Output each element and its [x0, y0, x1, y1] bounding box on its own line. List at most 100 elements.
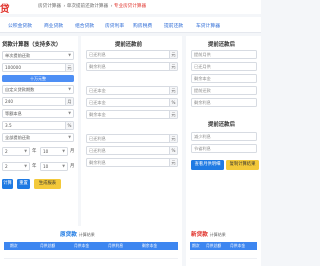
logo-text: 贷 [0, 4, 11, 15]
new-loan-subtitle: 计算结果 [209, 232, 226, 237]
result-field: 剩余本金 [191, 74, 257, 83]
field-label: 剩余利息 [89, 64, 106, 69]
field-label: 已还利息 [89, 136, 106, 141]
column-header: 月供本金 [230, 243, 246, 248]
column-header: 期次 [10, 243, 18, 248]
new-loan-title: 新贷款 计算结果 [191, 230, 226, 238]
start-month-value: 10 [43, 149, 49, 154]
field-label: 已还利息 [89, 148, 106, 153]
prepay-type-value: 全部提前还款 [5, 135, 31, 140]
result-field: 剩余利息 元 [86, 158, 178, 167]
chevron-down-icon: ▼ [24, 149, 27, 153]
tab-prepay[interactable]: 提前还款 [164, 22, 183, 29]
original-loan-card: 原贷款 计算结果 期次 月供总额 月供本金 月供利息 剩余本金 [0, 226, 182, 266]
term-unit: 月 [65, 98, 73, 105]
breadcrumb-item[interactable]: 单次提前还款计算器 [67, 4, 108, 9]
original-loan-title: 原贷款 计算结果 [60, 230, 95, 238]
after-result-title: 提前还款后 [208, 122, 235, 128]
tab-rate[interactable]: 房贷利率 [105, 22, 124, 29]
table-header: 期次 月供总额 月供本金 月供利息 剩余本金 [4, 242, 178, 250]
result-field: 已还本金 % [86, 98, 178, 107]
calculator-title: 贷款计算器（支持多次） [2, 42, 62, 48]
field-label: 已还本金 [89, 88, 106, 93]
field-unit: % [169, 147, 177, 154]
term-input[interactable]: 240 月 [2, 97, 74, 106]
end-month-select[interactable]: 10 ▼ [40, 162, 68, 171]
reset-button[interactable]: 重置 [17, 179, 30, 189]
calculate-button[interactable]: 计算 [2, 179, 13, 189]
chevron-down-icon: ▼ [62, 149, 65, 153]
year-label: 年 [32, 164, 37, 169]
table-row [4, 251, 178, 259]
copy-result-button[interactable]: 复制计算结果 [226, 160, 259, 170]
result-field: 已还利息 % [86, 146, 178, 155]
before-prepay-title: 提前还款前 [115, 42, 142, 48]
field-label: 剩余本金 [89, 112, 106, 117]
end-month-value: 10 [43, 164, 49, 169]
column-header: 月供利息 [108, 243, 124, 248]
field-unit: % [169, 99, 177, 106]
start-year-select[interactable]: 2 ▼ [2, 147, 30, 156]
field-unit: 元 [169, 63, 177, 70]
result-field: 已还利息 元 [86, 50, 178, 59]
tab-provident-fund[interactable]: 公积金贷款 [8, 22, 32, 29]
table-row [190, 251, 257, 259]
result-field: 已还月供 [191, 62, 257, 71]
term-type-select[interactable]: 自定义贷款期数 ▼ [2, 85, 74, 94]
tab-tax[interactable]: 购房税费 [133, 22, 152, 29]
original-loan-heading: 原贷款 [60, 232, 77, 238]
term-type-value: 自定义贷款期数 [5, 87, 35, 92]
rate-unit: % [65, 122, 73, 129]
loan-type-value: 单次提前还款 [5, 53, 31, 58]
end-year-value: 2 [5, 164, 8, 169]
breadcrumb: 房贷计算器 › 单次提前还款计算器 › 专业房贷计算器 [38, 4, 147, 9]
chevron-down-icon: ▼ [68, 111, 71, 115]
new-loan-card: 新贷款 计算结果 期次 月供总额 月供本金 [186, 226, 261, 266]
amount-unit: 元 [65, 64, 73, 71]
result-field: 节省利息 [191, 144, 257, 153]
page: 贷 房贷计算器 › 单次提前还款计算器 › 专业房贷计算器 公积金贷款 商业贷款… [0, 0, 261, 266]
top-header: 贷 房贷计算器 › 单次提前还款计算器 › 专业房贷计算器 [0, 0, 261, 15]
start-year-value: 2 [5, 149, 8, 154]
calculator-panel: 贷款计算器（支持多次） 单次提前还款 ▼ 100000 元 十万元整 自定义贷款… [0, 36, 78, 227]
result-field: 已还利息 元 [86, 134, 178, 143]
view-detail-button[interactable]: 查看月供明细 [191, 160, 224, 170]
site-logo[interactable]: 贷 [0, 1, 10, 15]
field-unit: 元 [169, 135, 177, 142]
loan-type-select[interactable]: 单次提前还款 ▼ [2, 51, 74, 60]
field-label: 已还月供 [194, 64, 211, 69]
column-header: 剩余本金 [142, 243, 158, 248]
column-header: 月供总额 [40, 243, 56, 248]
tab-car-loan[interactable]: 车贷计算器 [196, 22, 220, 29]
result-field: 已还本金 元 [86, 86, 178, 95]
field-unit: 元 [169, 87, 177, 94]
field-label: 提前月供 [194, 52, 211, 57]
generate-report-button[interactable]: 生成报表 [34, 179, 61, 189]
end-year-select[interactable]: 2 ▼ [2, 162, 30, 171]
chevron-down-icon: ▼ [68, 135, 71, 139]
breadcrumb-item[interactable]: 房贷计算器 [38, 4, 61, 9]
year-label: 年 [32, 149, 37, 154]
field-label: 节省利息 [194, 146, 211, 151]
field-unit: 元 [169, 51, 177, 58]
rate-value: 3.5 [5, 123, 12, 128]
field-label: 已还利息 [89, 52, 106, 57]
loan-amount-input[interactable]: 100000 元 [2, 63, 74, 72]
tab-commercial[interactable]: 商业贷款 [44, 22, 63, 29]
result-field: 提前还款 [191, 86, 257, 95]
result-field: 剩余利息 元 [86, 62, 178, 71]
column-header: 月供总额 [206, 243, 222, 248]
column-header: 期次 [192, 243, 200, 248]
chevron-down-icon: ▼ [24, 164, 27, 168]
prepay-type-select[interactable]: 全部提前还款 ▼ [2, 133, 74, 142]
repay-method-value: 等额本息 [5, 111, 22, 116]
start-month-select[interactable]: 10 ▼ [40, 147, 68, 156]
rate-input[interactable]: 3.5 % [2, 121, 74, 130]
field-label: 剩余利息 [89, 160, 106, 165]
after-prepay-title: 提前还款后 [208, 42, 235, 48]
term-value: 240 [5, 99, 13, 104]
tab-combined[interactable]: 组合贷款 [75, 22, 94, 29]
repay-method-select[interactable]: 等额本息 ▼ [2, 109, 74, 118]
month-label: 月 [70, 164, 75, 169]
loan-amount-value: 100000 [5, 65, 21, 70]
